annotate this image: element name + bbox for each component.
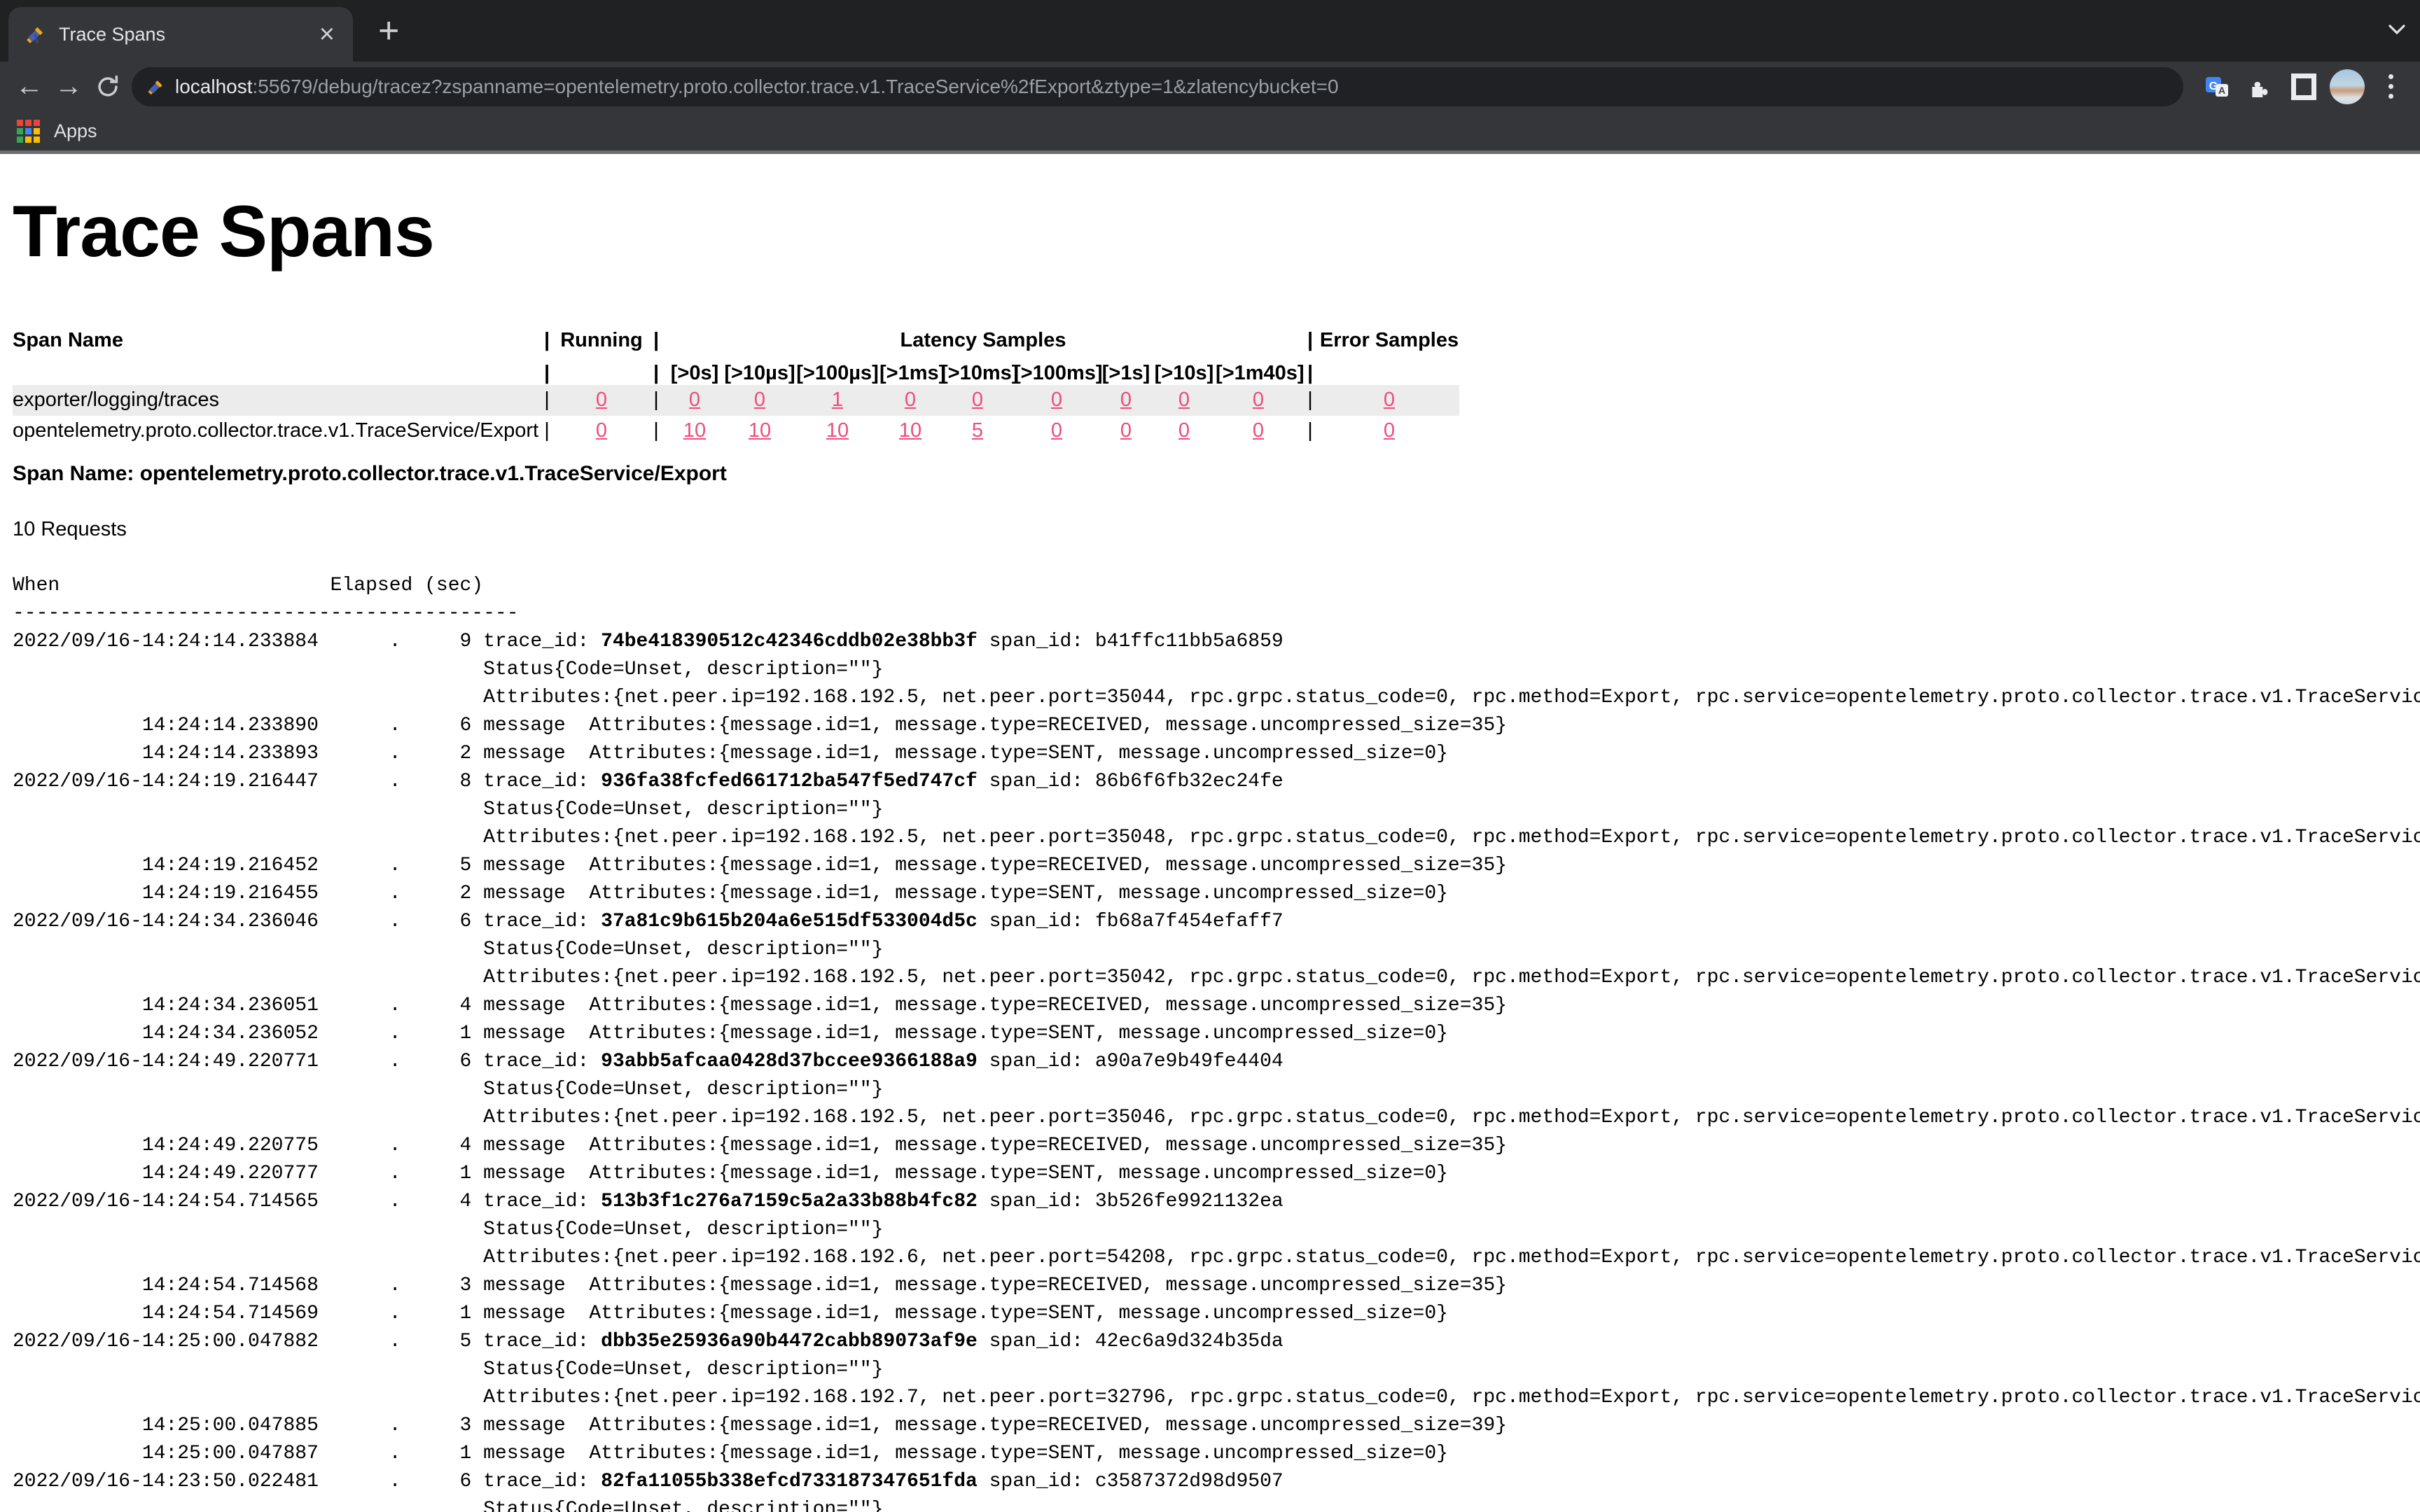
running-count-link[interactable]: 0 (596, 419, 607, 442)
tab-search-chevron-icon[interactable] (2386, 21, 2407, 38)
table-row: exporter/logging/traces | 0 | 0 0 1 0 0 … (13, 385, 1459, 416)
apps-grid-icon (17, 120, 40, 143)
latency-count-link[interactable]: 0 (1051, 388, 1062, 411)
column-separator: | (647, 416, 665, 447)
requests-count: 10 Requests (13, 518, 2420, 541)
latency-count-link[interactable]: 0 (754, 388, 765, 411)
bucket-label: [>10µs] (724, 354, 795, 385)
bookmark-apps[interactable]: Apps (54, 120, 97, 142)
bucket-label: [>1ms] (879, 354, 941, 385)
latency-count-link[interactable]: 0 (1253, 419, 1264, 442)
latency-count-link[interactable]: 0 (1051, 419, 1062, 442)
col-header-error-samples: Error Samples (1319, 328, 1459, 354)
requests-log: When Elapsed (sec) ---------------------… (13, 572, 2420, 1512)
column-separator: | (538, 328, 556, 354)
svg-text:A: A (2218, 85, 2225, 96)
col-header-running: Running (556, 328, 647, 354)
close-icon[interactable]: × (315, 21, 339, 48)
side-panel-icon[interactable] (2284, 67, 2323, 106)
extensions-icon[interactable] (2241, 67, 2280, 106)
selected-span-heading: Span Name: opentelemetry.proto.collector… (13, 462, 2420, 486)
span-name-cell: exporter/logging/traces (13, 385, 538, 416)
error-count-link[interactable]: 0 (1384, 419, 1395, 442)
back-icon[interactable]: ← (10, 67, 49, 106)
column-separator: | (538, 354, 556, 385)
new-tab-icon[interactable]: + (378, 13, 399, 49)
tab-strip: Trace Spans × + (0, 0, 2420, 62)
col-header-span-name: Span Name (13, 328, 538, 354)
tracez-page: Trace Spans Span Name | Running | Latenc… (0, 154, 2420, 1512)
telescope-favicon (22, 22, 46, 46)
latency-count-link[interactable]: 0 (1178, 419, 1190, 442)
latency-count-link[interactable]: 0 (1120, 419, 1132, 442)
bucket-label: [>10ms] (941, 354, 1014, 385)
url-host: localhost (175, 76, 253, 98)
url-bar[interactable]: localhost:55679/debug/tracez?zspanname=o… (132, 67, 2183, 106)
column-separator: | (538, 416, 556, 447)
latency-count-link[interactable]: 0 (1120, 388, 1132, 411)
latency-count-link[interactable]: 0 (689, 388, 700, 411)
latency-count-link[interactable]: 10 (826, 419, 849, 442)
telescope-favicon (144, 76, 165, 97)
column-separator: | (647, 354, 665, 385)
latency-count-link[interactable]: 10 (899, 419, 922, 442)
latency-count-link[interactable]: 0 (1253, 388, 1264, 411)
running-count-link[interactable]: 0 (596, 388, 607, 411)
column-separator: | (647, 385, 665, 416)
forward-icon[interactable]: → (49, 67, 88, 106)
latency-count-link[interactable]: 0 (1178, 388, 1190, 411)
tab-title: Trace Spans (59, 24, 315, 46)
latency-count-link[interactable]: 10 (683, 419, 706, 442)
url-path: :55679/debug/tracez?zspanname=openteleme… (253, 76, 1339, 98)
span-summary-table: Span Name | Running | Latency Samples | … (13, 328, 1459, 447)
latency-count-link[interactable]: 10 (749, 419, 771, 442)
column-separator: | (538, 385, 556, 416)
latency-count-link[interactable]: 5 (972, 419, 983, 442)
translate-icon[interactable]: G A (2197, 67, 2237, 106)
column-separator: | (1301, 416, 1319, 447)
menu-icon[interactable] (2371, 67, 2410, 106)
latency-count-link[interactable]: 0 (972, 388, 983, 411)
bucket-label: [>0s] (665, 354, 724, 385)
bucket-label: [>100µs] (795, 354, 879, 385)
bucket-label: [>1m40s] (1216, 354, 1301, 385)
bucket-label: [>100ms] (1014, 354, 1099, 385)
bucket-label: [>10s] (1153, 354, 1216, 385)
reload-icon[interactable] (88, 67, 127, 106)
latency-count-link[interactable]: 0 (905, 388, 916, 411)
error-count-link[interactable]: 0 (1384, 388, 1395, 411)
column-separator: | (647, 328, 665, 354)
page-title: Trace Spans (13, 190, 2420, 274)
latency-count-link[interactable]: 1 (832, 388, 843, 411)
bookmarks-bar: Apps (0, 111, 2420, 154)
profile-avatar[interactable] (2328, 67, 2367, 106)
column-separator: | (1301, 385, 1319, 416)
browser-tab[interactable]: Trace Spans × (8, 7, 353, 62)
column-separator: | (1301, 328, 1319, 354)
bucket-label: [>1s] (1099, 354, 1153, 385)
table-row: opentelemetry.proto.collector.trace.v1.T… (13, 416, 1459, 447)
browser-toolbar: ← → localhost:55679/debug/tracez?zspanna… (0, 62, 2420, 111)
col-header-latency-samples: Latency Samples (665, 328, 1301, 354)
span-name-cell: opentelemetry.proto.collector.trace.v1.T… (13, 416, 538, 447)
